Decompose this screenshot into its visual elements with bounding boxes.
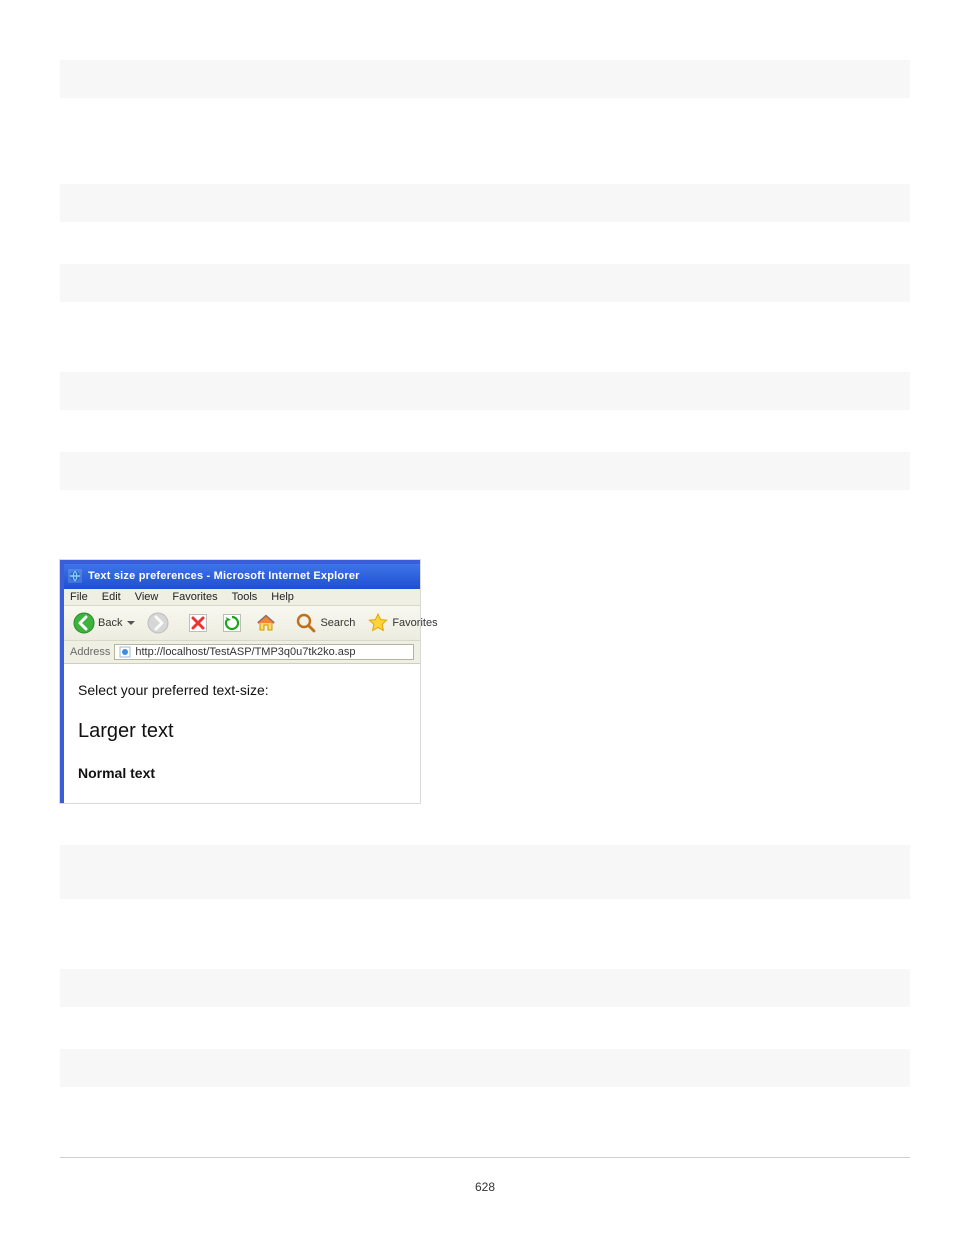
content-prompt: Select your preferred text-size:	[78, 682, 406, 698]
blank-bar	[60, 969, 910, 1007]
search-label: Search	[320, 617, 355, 629]
menu-help[interactable]: Help	[271, 591, 294, 603]
star-icon	[367, 612, 389, 634]
home-button[interactable]	[252, 610, 280, 636]
search-icon	[295, 612, 317, 634]
address-value: http://localhost/TestASP/TMP3q0u7tk2ko.a…	[135, 646, 355, 658]
address-input[interactable]: http://localhost/TestASP/TMP3q0u7tk2ko.a…	[114, 644, 414, 660]
document-page: Text size preferences - Microsoft Intern…	[0, 0, 954, 1254]
window-title: Text size preferences - Microsoft Intern…	[88, 570, 360, 582]
menu-edit[interactable]: Edit	[102, 591, 121, 603]
spacer	[60, 302, 910, 372]
favorites-button[interactable]: Favorites	[364, 610, 440, 636]
option-normal-text[interactable]: Normal text	[78, 765, 406, 781]
back-arrow-icon	[73, 612, 95, 634]
refresh-icon	[221, 612, 243, 634]
page-icon	[119, 646, 131, 658]
blank-bar	[60, 184, 910, 222]
back-label: Back	[98, 617, 122, 629]
toolbar: Back	[64, 606, 420, 641]
spacer	[60, 222, 910, 264]
ie-logo-icon	[68, 569, 82, 583]
stop-button[interactable]	[184, 610, 212, 636]
blank-bar	[60, 60, 910, 98]
stop-icon	[187, 612, 209, 634]
blank-bar	[60, 264, 910, 302]
favorites-label: Favorites	[392, 617, 437, 629]
menu-file[interactable]: File	[70, 591, 88, 603]
spacer	[60, 490, 910, 560]
option-larger-text[interactable]: Larger text	[78, 720, 406, 743]
address-label: Address	[70, 646, 110, 658]
menu-bar: File Edit View Favorites Tools Help	[64, 589, 420, 606]
footer-rule	[60, 1157, 910, 1158]
forward-button[interactable]	[144, 610, 172, 636]
address-bar: Address http://localhost/TestASP/TMP3q0u…	[64, 641, 420, 664]
back-dropdown-caret-icon	[127, 621, 135, 629]
title-bar: Text size preferences - Microsoft Intern…	[64, 564, 420, 589]
browser-window: Text size preferences - Microsoft Intern…	[60, 560, 420, 803]
home-icon	[255, 612, 277, 634]
menu-view[interactable]: View	[135, 591, 159, 603]
spacer	[60, 899, 910, 969]
back-button[interactable]: Back	[70, 610, 138, 636]
spacer	[60, 98, 910, 184]
forward-arrow-icon	[147, 612, 169, 634]
menu-tools[interactable]: Tools	[232, 591, 258, 603]
blank-bar	[60, 452, 910, 490]
blank-bar	[60, 1049, 910, 1087]
spacer	[60, 803, 910, 845]
page-number: 628	[60, 1180, 910, 1194]
refresh-button[interactable]	[218, 610, 246, 636]
blank-bar	[60, 372, 910, 410]
spacer	[60, 410, 910, 452]
blank-bar	[60, 845, 910, 899]
search-button[interactable]: Search	[292, 610, 358, 636]
spacer	[60, 1007, 910, 1049]
menu-favorites[interactable]: Favorites	[172, 591, 217, 603]
page-content: Select your preferred text-size: Larger …	[64, 664, 420, 803]
spacer	[60, 1087, 910, 1157]
